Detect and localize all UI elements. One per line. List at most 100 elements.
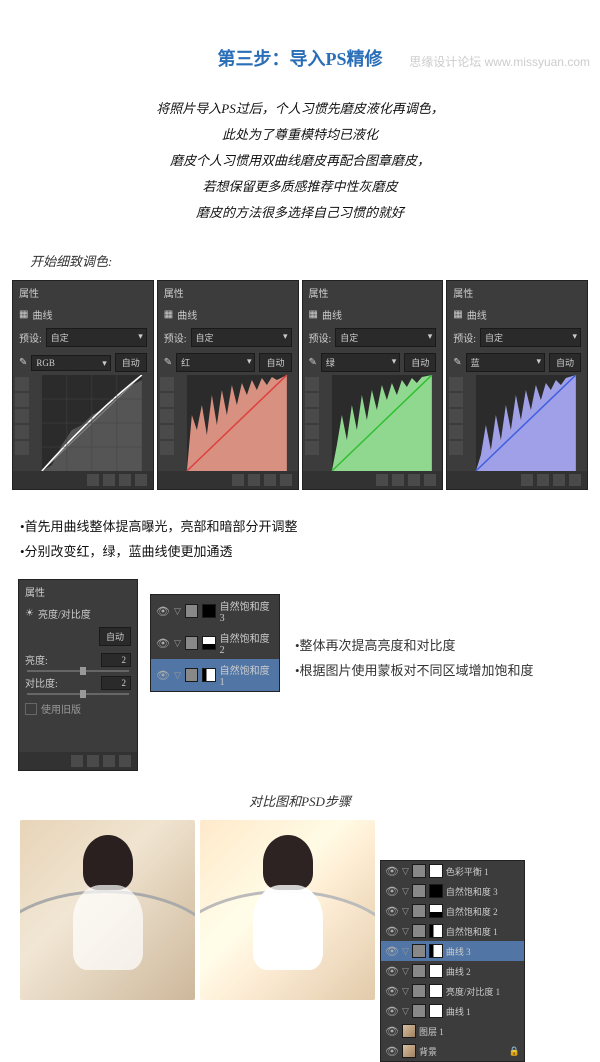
eye-icon[interactable]: 👁: [385, 965, 399, 978]
layer-name: 自然饱和度 3: [220, 598, 274, 624]
curve-canvas[interactable]: [465, 375, 587, 471]
layer-row[interactable]: 👁▽自然饱和度 3: [381, 881, 524, 901]
eye-icon[interactable]: 👁: [156, 637, 170, 650]
eye-icon[interactable]: 👁: [385, 945, 399, 958]
preset-select[interactable]: 自定: [191, 328, 292, 347]
preset-select[interactable]: 自定: [46, 328, 147, 347]
layer-row[interactable]: 👁▽曲线 3: [381, 941, 524, 961]
layer-name: 曲线 2: [446, 965, 471, 978]
layer-name: 自然饱和度 1: [446, 925, 498, 938]
layer-row[interactable]: 👁▽曲线 1: [381, 1001, 524, 1021]
compare-title: 对比图和PSD步骤: [0, 791, 600, 810]
preset-select[interactable]: 自定: [335, 328, 436, 347]
intro-line: 磨皮的方法很多选择自己习惯的就好: [0, 200, 600, 226]
eye-icon[interactable]: 👁: [385, 1025, 399, 1038]
layer-row[interactable]: 👁 ▽ 自然饱和度 1: [151, 659, 279, 691]
panel-title: 属性: [19, 285, 39, 300]
start-detail-label: 开始细致调色:: [30, 251, 600, 270]
layer-name: 曲线 3: [446, 945, 471, 958]
note-line: •根据图片使用蒙板对不同区域增加饱和度: [295, 659, 534, 684]
intro-line: 若想保留更多质感推荐中性灰磨皮: [0, 174, 600, 200]
intro-text: 将照片导入PS过后，个人习惯先磨皮液化再调色， 此处为了尊重模特均已液化 磨皮个…: [0, 96, 600, 226]
layer-row[interactable]: 👁▽曲线 2: [381, 961, 524, 981]
auto-button[interactable]: 自动: [115, 353, 147, 372]
curves-panel-blue: 属性 ▦曲线 预设:自定 ✎蓝自动: [446, 280, 588, 490]
notes-block-1: •首先用曲线整体提高曝光，亮部和暗部分开调整 •分别改变红，绿，蓝曲线使更加通透: [20, 515, 580, 564]
brightness-panel: 属性 ☀亮度/对比度 自动 亮度:2 对比度:2 使用旧版: [18, 579, 138, 771]
preset-select[interactable]: 自定: [480, 328, 581, 347]
note-line: •整体再次提高亮度和对比度: [295, 634, 534, 659]
contrast-input[interactable]: 2: [101, 676, 131, 690]
triangle-icon[interactable]: ▽: [174, 638, 181, 649]
eye-icon[interactable]: 👁: [156, 669, 170, 682]
layer-name: 色彩平衡 1: [446, 865, 489, 878]
preset-label: 预设:: [309, 330, 332, 345]
channel-select[interactable]: 蓝: [466, 353, 545, 372]
channel-select[interactable]: RGB: [31, 355, 110, 371]
preset-label: 预设:: [453, 330, 476, 345]
channel-select[interactable]: 绿: [321, 353, 400, 372]
eye-icon[interactable]: 👁: [156, 605, 170, 618]
curve-canvas[interactable]: [176, 375, 298, 471]
layer-name: 自然饱和度 1: [220, 662, 274, 688]
panel-title: 属性: [164, 285, 184, 300]
adjust-icon: [185, 668, 198, 682]
eye-icon[interactable]: 👁: [385, 865, 399, 878]
layer-row[interactable]: 👁 ▽ 自然饱和度 2: [151, 627, 279, 659]
curves-label: 曲线: [322, 307, 342, 322]
note-line: •分别改变红，绿，蓝曲线使更加通透: [20, 540, 580, 565]
contrast-label: 对比度:: [25, 675, 58, 690]
brightness-label: 亮度:: [25, 652, 48, 667]
eye-icon[interactable]: 👁: [385, 925, 399, 938]
preset-label: 预设:: [19, 330, 42, 345]
compare-row: 👁▽色彩平衡 1 👁▽自然饱和度 3 👁▽自然饱和度 2 👁▽自然饱和度 1 👁…: [20, 820, 580, 1062]
layer-name: 自然饱和度 2: [446, 905, 498, 918]
mask-thumb: [202, 668, 215, 682]
curves-label: 曲线: [177, 307, 197, 322]
triangle-icon[interactable]: ▽: [174, 606, 181, 617]
auto-button[interactable]: 自动: [549, 353, 581, 372]
eye-icon[interactable]: 👁: [385, 905, 399, 918]
auto-button[interactable]: 自动: [404, 353, 436, 372]
tool-sidebar: [13, 375, 31, 471]
layer-row[interactable]: 👁 ▽ 自然饱和度 3: [151, 595, 279, 627]
layer-row[interactable]: 👁▽自然饱和度 1: [381, 921, 524, 941]
adjust-icon: [185, 636, 198, 650]
legacy-checkbox[interactable]: 使用旧版: [19, 695, 137, 722]
layer-name: 背景: [419, 1045, 437, 1058]
layer-row[interactable]: 👁▽色彩平衡 1: [381, 861, 524, 881]
layer-name: 亮度/对比度 1: [446, 985, 500, 998]
layer-row[interactable]: 👁▽亮度/对比度 1: [381, 981, 524, 1001]
curve-canvas[interactable]: [31, 375, 153, 471]
eye-icon[interactable]: 👁: [385, 985, 399, 998]
layer-name: 自然饱和度 2: [220, 630, 274, 656]
curves-row: 属性 ▦曲线 预设:自定 ✎RGB自动 属性 ▦曲线 预设:自定 ✎红自动: [12, 280, 588, 490]
intro-line: 磨皮个人习惯用双曲线磨皮再配合图章磨皮，: [0, 148, 600, 174]
layer-name: 图层 1: [419, 1025, 444, 1038]
eye-icon[interactable]: 👁: [385, 1005, 399, 1018]
intro-line: 此处为了尊重模特均已液化: [0, 122, 600, 148]
eye-icon[interactable]: 👁: [385, 885, 399, 898]
panel-title: 属性: [309, 285, 329, 300]
adjust-icon: [185, 604, 198, 618]
layer-row[interactable]: 👁 背景 🔒: [381, 1041, 524, 1061]
lock-icon: 🔒: [509, 1046, 520, 1057]
layer-row[interactable]: 👁 图层 1: [381, 1021, 524, 1041]
channel-select[interactable]: 红: [176, 353, 255, 372]
watermark: 思缘设计论坛 www.missyuan.com: [409, 53, 590, 70]
auto-button[interactable]: 自动: [99, 627, 131, 646]
before-photo: [20, 820, 195, 1000]
curves-panel-red: 属性 ▦曲线 预设:自定 ✎红自动: [157, 280, 299, 490]
triangle-icon[interactable]: ▽: [174, 670, 181, 681]
notes-block-2: •整体再次提高亮度和对比度 •根据图片使用蒙板对不同区域增加饱和度: [295, 634, 534, 683]
layer-name: 自然饱和度 3: [446, 885, 498, 898]
eye-icon[interactable]: 👁: [385, 1045, 399, 1058]
layer-row[interactable]: 👁▽自然饱和度 2: [381, 901, 524, 921]
curve-canvas[interactable]: [321, 375, 443, 471]
brightness-input[interactable]: 2: [101, 653, 131, 667]
mask-thumb: [202, 636, 215, 650]
curves-label: 曲线: [32, 307, 52, 322]
auto-button[interactable]: 自动: [259, 353, 291, 372]
preset-label: 预设:: [164, 330, 187, 345]
intro-line: 将照片导入PS过后，个人习惯先磨皮液化再调色，: [0, 96, 600, 122]
